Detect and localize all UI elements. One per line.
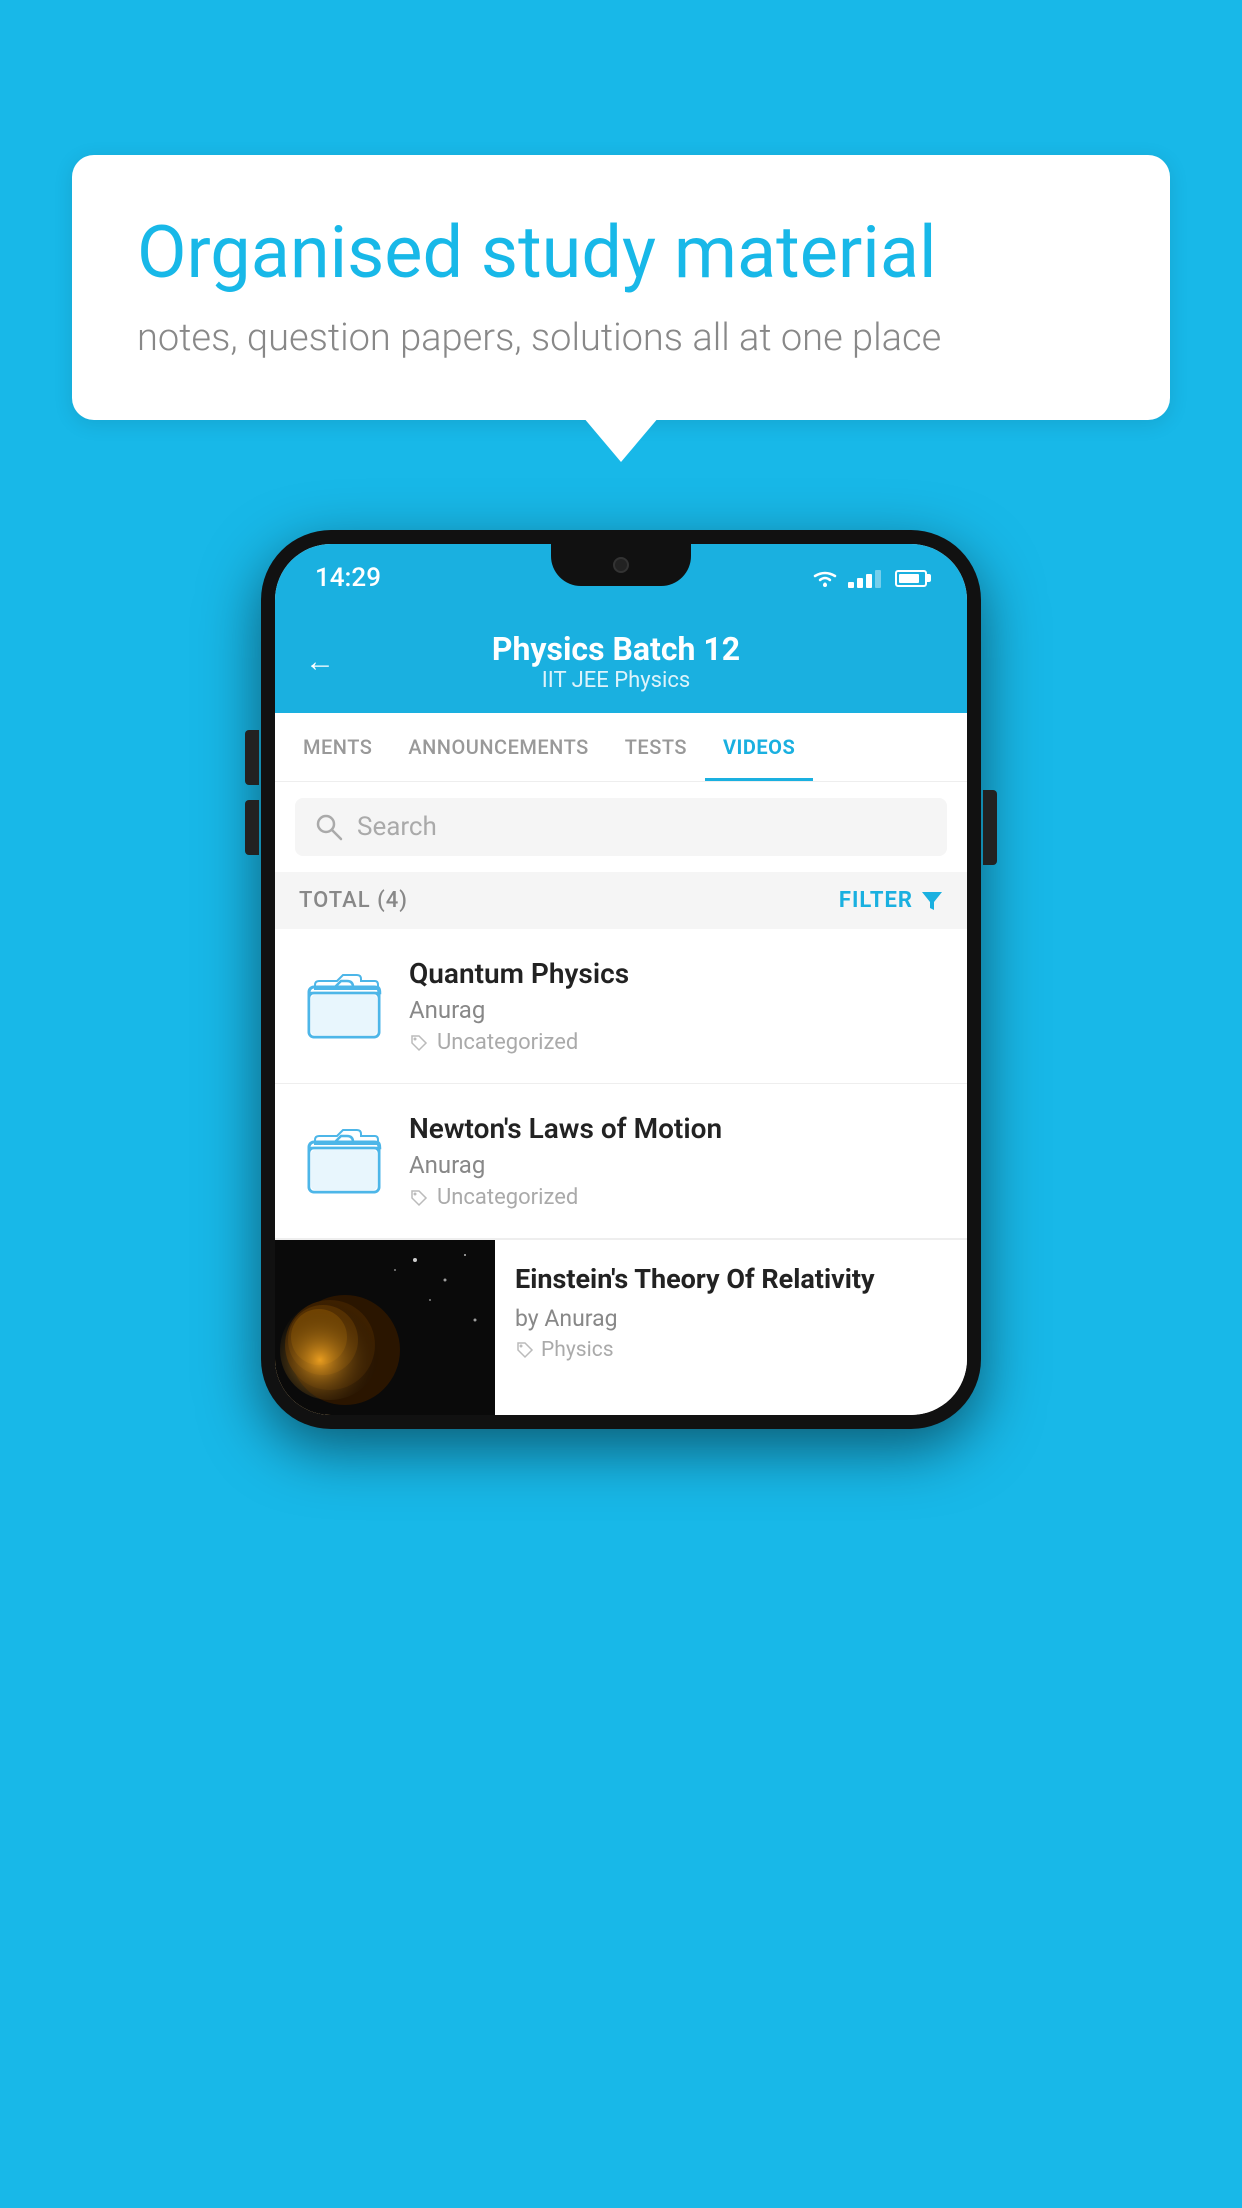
speech-bubble-heading: Organised study material — [137, 210, 1105, 296]
header-title-area: Physics Batch 12 IIT JEE Physics — [355, 630, 877, 693]
tag-icon — [515, 1340, 535, 1360]
tag-icon — [409, 1033, 429, 1053]
folder-thumbnail — [299, 961, 389, 1051]
camera-dot — [613, 557, 629, 573]
video-item-info: Quantum Physics Anurag Uncategorized — [409, 957, 943, 1055]
einstein-info: Einstein's Theory Of Relativity by Anura… — [495, 1240, 967, 1384]
video-title: Newton's Laws of Motion — [409, 1112, 943, 1145]
status-time: 14:29 — [315, 563, 381, 593]
battery-icon — [895, 570, 927, 587]
header-subtitle: IIT JEE Physics — [355, 668, 877, 693]
back-button[interactable]: ← — [305, 644, 335, 679]
phone-screen: 14:29 — [275, 544, 967, 1415]
tag-icon — [409, 1188, 429, 1208]
einstein-bg — [275, 1240, 495, 1415]
video-title: Einstein's Theory Of Relativity — [515, 1262, 947, 1297]
tag-label: Physics — [541, 1338, 614, 1362]
video-title: Quantum Physics — [409, 957, 943, 990]
notch — [551, 544, 691, 586]
signal-icon — [848, 568, 881, 588]
list-item[interactable]: Einstein's Theory Of Relativity by Anura… — [275, 1239, 967, 1415]
tabs-bar: MENTS ANNOUNCEMENTS TESTS VIDEOS — [275, 713, 967, 782]
video-item-info: Newton's Laws of Motion Anurag Uncategor… — [409, 1112, 943, 1210]
search-bar-container: Search — [275, 782, 967, 872]
video-list: Quantum Physics Anurag Uncategorized — [275, 929, 967, 1415]
video-author: Anurag — [409, 1151, 943, 1179]
search-icon — [315, 813, 343, 841]
speech-bubble-subtext: notes, question papers, solutions all at… — [137, 316, 1105, 360]
app-header: ← Physics Batch 12 IIT JEE Physics — [275, 612, 967, 713]
video-tag: Uncategorized — [409, 1185, 943, 1210]
speech-bubble-section: Organised study material notes, question… — [72, 155, 1170, 420]
video-tag: Uncategorized — [409, 1030, 943, 1055]
video-tag: Physics — [515, 1338, 947, 1362]
filter-row: TOTAL (4) FILTER — [275, 872, 967, 929]
search-placeholder: Search — [357, 812, 437, 842]
list-item[interactable]: Newton's Laws of Motion Anurag Uncategor… — [275, 1084, 967, 1239]
folder-icon — [307, 1126, 382, 1196]
einstein-thumbnail — [275, 1240, 495, 1415]
tab-ments[interactable]: MENTS — [285, 713, 390, 781]
video-author: by Anurag — [515, 1305, 947, 1332]
filter-funnel-icon — [921, 891, 943, 911]
status-icons — [812, 568, 927, 588]
filter-button[interactable]: FILTER — [839, 888, 943, 913]
wifi-icon — [812, 568, 838, 588]
list-item[interactable]: Quantum Physics Anurag Uncategorized — [275, 929, 967, 1084]
tag-label: Uncategorized — [437, 1030, 578, 1055]
status-bar: 14:29 — [275, 544, 967, 612]
header-title: Physics Batch 12 — [355, 630, 877, 668]
folder-thumbnail — [299, 1116, 389, 1206]
tab-videos[interactable]: VIDEOS — [705, 713, 813, 781]
total-count: TOTAL (4) — [299, 888, 408, 913]
tag-label: Uncategorized — [437, 1185, 578, 1210]
phone-outer-frame: 14:29 — [261, 530, 981, 1429]
phone-mockup: 14:29 — [261, 530, 981, 1429]
video-author: Anurag — [409, 996, 943, 1024]
einstein-bg-art — [275, 1240, 495, 1415]
tab-announcements[interactable]: ANNOUNCEMENTS — [390, 713, 606, 781]
filter-label: FILTER — [839, 888, 913, 913]
folder-icon — [307, 971, 382, 1041]
search-bar[interactable]: Search — [295, 798, 947, 856]
speech-bubble-card: Organised study material notes, question… — [72, 155, 1170, 420]
tab-tests[interactable]: TESTS — [607, 713, 705, 781]
